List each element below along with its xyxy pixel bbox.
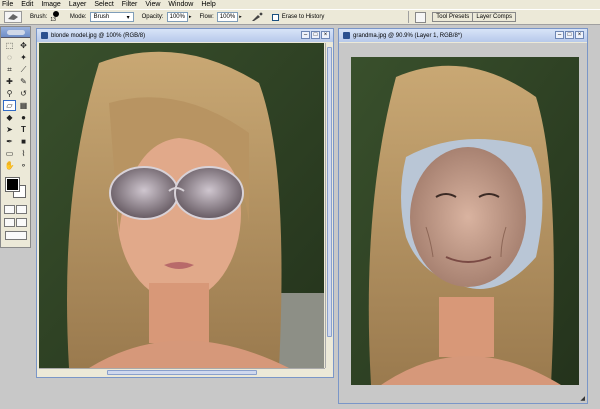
maximize-icon[interactable]: □ <box>565 31 574 39</box>
menu-help[interactable]: Help <box>201 0 215 9</box>
chevron-down-icon: ▾ <box>126 14 130 21</box>
airbrush-toggle[interactable] <box>250 11 264 23</box>
menu-window[interactable]: Window <box>168 0 193 9</box>
menu-bar: File Edit Image Layer Select Filter View… <box>0 0 600 9</box>
magic-wand-tool-icon[interactable]: ✦ <box>17 52 30 63</box>
jump-to-imageready-icon[interactable] <box>4 231 27 240</box>
vertical-scrollbar[interactable] <box>325 43 333 368</box>
resize-grip-icon[interactable]: ◢ <box>580 395 585 402</box>
menu-select[interactable]: Select <box>94 0 113 9</box>
feather-logo-icon <box>6 29 25 35</box>
maximize-icon[interactable]: □ <box>311 31 320 39</box>
tool-preset-picker[interactable] <box>4 11 22 23</box>
flow-label: Flow: <box>199 14 214 20</box>
menu-filter[interactable]: Filter <box>122 0 138 9</box>
path-selection-tool-icon[interactable]: ➤ <box>3 124 16 135</box>
notes-tool-icon[interactable]: ▭ <box>3 148 16 159</box>
options-separator <box>408 11 410 23</box>
close-icon[interactable]: × <box>321 31 330 39</box>
gradient-tool-icon[interactable]: ▦ <box>17 100 30 111</box>
imageready-row <box>1 229 30 242</box>
palette-well-icon[interactable] <box>415 11 427 23</box>
eraser-icon <box>8 14 18 20</box>
pen-tool-icon[interactable]: ✒ <box>3 136 16 147</box>
minimize-icon[interactable]: – <box>301 31 310 39</box>
options-bar: Brush: 13 Mode: Brush ▾ Opacity: 100% ▸ … <box>0 9 600 25</box>
document-title: blonde model.jpg @ 100% (RGB/8) <box>51 32 146 39</box>
vertical-scroll-thumb[interactable] <box>327 47 332 337</box>
hand-tool-icon[interactable]: ✋ <box>3 160 16 171</box>
flow-input[interactable]: 100% <box>216 12 239 22</box>
foreground-color-swatch[interactable] <box>5 177 20 192</box>
horizontal-scroll-thumb[interactable] <box>107 370 257 375</box>
screen-mode-row <box>1 216 30 229</box>
brush-tool-icon[interactable]: ✎ <box>17 76 30 87</box>
close-icon[interactable]: × <box>575 31 584 39</box>
zoom-tool-icon[interactable]: ⚬ <box>17 160 30 171</box>
flow-value: 100% <box>219 14 236 20</box>
erase-to-history-checkbox[interactable] <box>271 13 279 21</box>
marquee-tool-icon[interactable]: ⬚ <box>3 40 16 51</box>
full-screen-mode-icon[interactable] <box>16 218 28 227</box>
canvas-blonde-model[interactable] <box>39 43 324 368</box>
document-title-bar[interactable]: grandma.jpg @ 90.9% (Layer 1, RGB/8*) – … <box>339 29 587 42</box>
brush-label: Brush: <box>30 14 48 20</box>
grandma-composite-photo <box>351 57 579 385</box>
erase-to-history-label: Erase to History <box>281 14 325 20</box>
menu-layer[interactable]: Layer <box>69 0 87 9</box>
brush-size: 13 <box>50 17 56 23</box>
slice-tool-icon[interactable]: ⟋ <box>17 64 30 75</box>
mode-select[interactable]: Brush ▾ <box>89 12 134 22</box>
dodge-tool-icon[interactable]: ● <box>17 112 30 123</box>
standard-mode-icon[interactable] <box>3 205 15 214</box>
shape-tool-icon[interactable]: ■ <box>17 136 30 147</box>
blonde-model-photo <box>39 43 324 368</box>
color-swatches <box>3 176 28 200</box>
palette-well-tabs: Tool Presets Layer Comps <box>432 12 516 22</box>
clone-stamp-tool-icon[interactable]: ⚲ <box>3 88 16 99</box>
eraser-tool-icon[interactable]: ▱ <box>3 100 16 111</box>
lasso-tool-icon[interactable]: ◌ <box>3 52 16 63</box>
window-controls: – □ × <box>300 31 330 39</box>
mask-mode-row <box>1 203 30 216</box>
minimize-icon[interactable]: – <box>555 31 564 39</box>
toolbox-header[interactable] <box>1 27 30 38</box>
brush-picker[interactable]: 13 <box>50 11 64 23</box>
flow-slider-arrow-icon[interactable]: ▸ <box>239 14 242 20</box>
tab-tool-presets[interactable]: Tool Presets <box>433 13 474 21</box>
mode-label: Mode: <box>69 14 87 20</box>
move-tool-icon[interactable]: ✥ <box>17 40 30 51</box>
document-icon <box>41 32 48 39</box>
mode-value: Brush <box>93 14 110 20</box>
history-brush-tool-icon[interactable]: ↺ <box>17 88 30 99</box>
opacity-slider-arrow-icon[interactable]: ▸ <box>189 14 192 20</box>
airbrush-icon <box>251 12 263 21</box>
canvas-grandma[interactable] <box>351 57 579 385</box>
standard-screen-mode-icon[interactable] <box>3 218 15 227</box>
opacity-input[interactable]: 100% <box>166 12 188 22</box>
menu-view[interactable]: View <box>145 0 160 9</box>
blur-tool-icon[interactable]: ◆ <box>3 112 16 123</box>
horizontal-scrollbar[interactable] <box>39 368 325 376</box>
document-title-bar[interactable]: blonde model.jpg @ 100% (RGB/8) – □ × <box>37 29 333 42</box>
menu-image[interactable]: Image <box>41 0 60 9</box>
toolbox: ⬚ ✥ ◌ ✦ ⌗ ⟋ ✚ ✎ ⚲ ↺ ▱ ▦ ◆ ● ➤ T ✒ ■ ▭ ⌇ … <box>0 26 31 248</box>
type-tool-icon[interactable]: T <box>17 124 30 135</box>
document-window-grandma: grandma.jpg @ 90.9% (Layer 1, RGB/8*) – … <box>338 28 588 404</box>
healing-brush-tool-icon[interactable]: ✚ <box>3 76 16 87</box>
menu-edit[interactable]: Edit <box>21 0 33 9</box>
menu-file[interactable]: File <box>2 0 13 9</box>
window-controls: – □ × <box>554 31 584 39</box>
eyedropper-tool-icon[interactable]: ⌇ <box>17 148 30 159</box>
quick-mask-mode-icon[interactable] <box>16 205 28 214</box>
tab-layer-comps[interactable]: Layer Comps <box>473 13 515 21</box>
document-title: grandma.jpg @ 90.9% (Layer 1, RGB/8*) <box>353 32 463 39</box>
document-icon <box>343 32 350 39</box>
opacity-label: Opacity: <box>141 14 164 20</box>
crop-tool-icon[interactable]: ⌗ <box>3 64 16 75</box>
document-window-blonde-model: blonde model.jpg @ 100% (RGB/8) – □ × <box>36 28 334 378</box>
opacity-value: 100% <box>169 14 185 20</box>
tool-grid: ⬚ ✥ ◌ ✦ ⌗ ⟋ ✚ ✎ ⚲ ↺ ▱ ▦ ◆ ● ➤ T ✒ ■ ▭ ⌇ … <box>1 38 30 173</box>
